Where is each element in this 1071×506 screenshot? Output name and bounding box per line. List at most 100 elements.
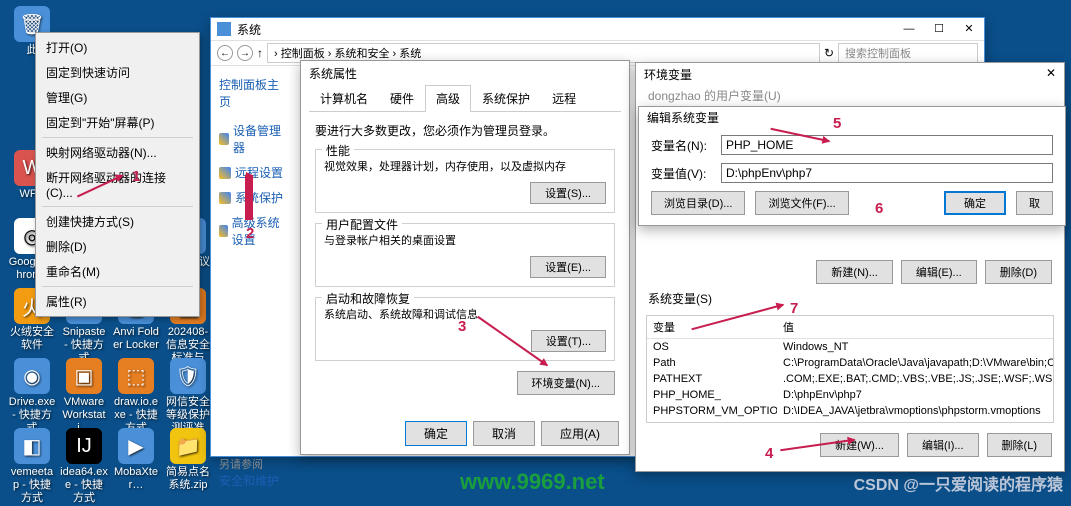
ctx-properties[interactable]: 属性(R) bbox=[38, 289, 197, 314]
table-row[interactable]: OSWindows_NT bbox=[647, 339, 1053, 355]
desktop-icon-idea[interactable]: IJidea64.exe - 快捷方式 bbox=[60, 428, 108, 506]
app-icon bbox=[217, 22, 231, 36]
tab-advanced[interactable]: 高级 bbox=[425, 85, 471, 112]
edit-sys-var-button[interactable]: 编辑(I)... bbox=[907, 433, 979, 457]
sidebar-remote-settings[interactable]: 远程设置 bbox=[219, 164, 283, 181]
ctx-manage[interactable]: 管理(G) bbox=[38, 85, 197, 110]
titlebar[interactable]: 系统 — ☐ ✕ bbox=[211, 18, 984, 40]
new-sys-var-button[interactable]: 新建(W)... bbox=[820, 433, 899, 457]
system-properties-dialog: 系统属性 计算机名 硬件 高级 系统保护 远程 要进行大多数更改，您必须作为管理… bbox=[300, 60, 630, 455]
table-row[interactable]: PHP_HOME_D:\phpEnv\php7 bbox=[647, 387, 1053, 403]
cancel-button[interactable]: 取消 bbox=[473, 421, 535, 446]
sidebar-home[interactable]: 控制面板主页 bbox=[219, 76, 283, 110]
up-button[interactable]: ↑ bbox=[257, 46, 263, 60]
dialog-title: 编辑系统变量 bbox=[639, 107, 1065, 127]
shield-icon bbox=[219, 167, 231, 179]
separator bbox=[42, 286, 193, 287]
sidebar-advanced-settings[interactable]: 高级系统设置 bbox=[219, 214, 283, 248]
desktop-icon-zip[interactable]: 📁简易点名系统.zip bbox=[164, 428, 212, 492]
profiles-label: 用户配置文件 bbox=[322, 216, 402, 233]
edit-user-var-button[interactable]: 编辑(E)... bbox=[901, 260, 977, 284]
ctx-pin-start[interactable]: 固定到"开始"屏幕(P) bbox=[38, 110, 197, 135]
sidebar: 控制面板主页 设备管理器 远程设置 系统保护 高级系统设置 另请参阅 安全和维护 bbox=[211, 66, 291, 456]
col-variable[interactable]: 变量 bbox=[647, 316, 777, 338]
apply-button[interactable]: 应用(A) bbox=[541, 421, 619, 446]
see-also-label: 另请参阅 bbox=[219, 456, 283, 472]
tab-computer-name[interactable]: 计算机名 bbox=[309, 85, 379, 111]
ok-button[interactable]: 确定 bbox=[944, 191, 1006, 215]
sidebar-system-protection[interactable]: 系统保护 bbox=[219, 189, 283, 206]
profiles-group: 用户配置文件 与登录帐户相关的桌面设置 设置(E)... bbox=[315, 223, 615, 287]
close-button[interactable]: ✕ bbox=[954, 18, 984, 40]
ctx-disconnect-drive[interactable]: 断开网络驱动器的连接(C)... bbox=[38, 165, 197, 204]
refresh-button[interactable]: ↻ bbox=[824, 46, 834, 60]
ctx-delete[interactable]: 删除(D) bbox=[38, 234, 197, 259]
desktop-icon-vmware[interactable]: ▣VMware Workstati… bbox=[60, 358, 108, 436]
browse-dir-button[interactable]: 浏览目录(D)... bbox=[651, 191, 745, 215]
env-vars-button[interactable]: 环境变量(N)... bbox=[517, 371, 615, 395]
sidebar-device-manager[interactable]: 设备管理器 bbox=[219, 122, 283, 156]
dialog-title: 环境变量 bbox=[644, 66, 692, 82]
minimize-button[interactable]: — bbox=[894, 18, 924, 40]
ctx-rename[interactable]: 重命名(M) bbox=[38, 259, 197, 284]
var-value-input[interactable] bbox=[721, 163, 1053, 183]
shield-icon bbox=[219, 133, 229, 145]
back-button[interactable]: ← bbox=[217, 45, 233, 61]
var-name-input[interactable] bbox=[721, 135, 1053, 155]
profiles-desc: 与登录帐户相关的桌面设置 bbox=[324, 232, 606, 248]
sidebar-security[interactable]: 安全和维护 bbox=[219, 472, 283, 489]
edit-var-dialog: 编辑系统变量 变量名(N): 变量值(V): 浏览目录(D)... 浏览文件(F… bbox=[638, 106, 1066, 226]
search-input[interactable]: 搜索控制面板 bbox=[838, 43, 978, 63]
dialog-title: 系统属性 bbox=[301, 61, 629, 85]
desktop-icon-drive[interactable]: ◉Drive.exe - 快捷方式 bbox=[8, 358, 56, 436]
performance-group: 性能 视觉效果，处理器计划，内存使用，以及虚拟内存 设置(S)... bbox=[315, 149, 615, 213]
desktop-icon-vemeet[interactable]: ◧vemeetap - 快捷方式 bbox=[8, 428, 56, 506]
performance-desc: 视觉效果，处理器计划，内存使用，以及虚拟内存 bbox=[324, 158, 606, 174]
table-row[interactable]: PROCESSOR_ARCHITECTUREAMD64 bbox=[647, 419, 1053, 423]
ok-button[interactable]: 确定 bbox=[405, 421, 467, 446]
delete-sys-var-button[interactable]: 删除(L) bbox=[987, 433, 1052, 457]
tabs: 计算机名 硬件 高级 系统保护 远程 bbox=[309, 85, 621, 112]
browse-file-button[interactable]: 浏览文件(F)... bbox=[755, 191, 848, 215]
separator bbox=[42, 137, 193, 138]
context-menu: 打开(O) 固定到快速访问 管理(G) 固定到"开始"屏幕(P) 映射网络驱动器… bbox=[35, 32, 200, 317]
new-user-var-button[interactable]: 新建(N)... bbox=[816, 260, 892, 284]
startup-settings-button[interactable]: 设置(T)... bbox=[531, 330, 606, 352]
var-value-label: 变量值(V): bbox=[651, 165, 721, 182]
desktop-icon-mobaxterm[interactable]: ▶MobaXter… bbox=[112, 428, 160, 492]
delete-user-var-button[interactable]: 删除(D) bbox=[985, 260, 1052, 284]
admin-warning: 要进行大多数更改，您必须作为管理员登录。 bbox=[315, 122, 615, 139]
cancel-button[interactable]: 取 bbox=[1016, 191, 1053, 215]
user-vars-label: dongzhao 的用户变量(U) bbox=[636, 85, 1064, 106]
tab-hardware[interactable]: 硬件 bbox=[379, 85, 425, 111]
list-header: 变量 值 bbox=[647, 316, 1053, 339]
system-vars-label: 系统变量(S) bbox=[636, 288, 1064, 309]
ctx-map-drive[interactable]: 映射网络驱动器(N)... bbox=[38, 140, 197, 165]
shield-icon bbox=[219, 192, 231, 204]
startup-desc: 系统启动、系统故障和调试信息 bbox=[324, 306, 606, 322]
var-name-label: 变量名(N): bbox=[651, 137, 721, 154]
window-title: 系统 bbox=[237, 21, 261, 38]
performance-settings-button[interactable]: 设置(S)... bbox=[530, 182, 606, 204]
table-row[interactable]: PHPSTORM_VM_OPTIONSD:\IDEA_JAVA\jetbra\v… bbox=[647, 403, 1053, 419]
separator bbox=[42, 206, 193, 207]
profiles-settings-button[interactable]: 设置(E)... bbox=[530, 256, 606, 278]
forward-button[interactable]: → bbox=[237, 45, 253, 61]
tab-remote[interactable]: 远程 bbox=[541, 85, 587, 111]
close-button[interactable]: ✕ bbox=[1046, 66, 1056, 82]
maximize-button[interactable]: ☐ bbox=[924, 18, 954, 40]
tab-system-protection[interactable]: 系统保护 bbox=[471, 85, 541, 111]
performance-label: 性能 bbox=[322, 142, 354, 159]
ctx-create-shortcut[interactable]: 创建快捷方式(S) bbox=[38, 209, 197, 234]
shield-icon bbox=[219, 225, 228, 237]
ctx-open[interactable]: 打开(O) bbox=[38, 35, 197, 60]
desktop-icon-doc2[interactable]: 🛡网信安全等级保护测评准 bbox=[164, 358, 212, 436]
col-value[interactable]: 值 bbox=[777, 316, 1053, 338]
startup-label: 启动和故障恢复 bbox=[322, 290, 414, 307]
table-row[interactable]: PATHEXT.COM;.EXE;.BAT;.CMD;.VBS;.VBE;.JS… bbox=[647, 371, 1053, 387]
desktop-icon-drawio[interactable]: ⬚draw.io.exe - 快捷方式 bbox=[112, 358, 160, 436]
ctx-pin-quickaccess[interactable]: 固定到快速访问 bbox=[38, 60, 197, 85]
system-vars-list[interactable]: 变量 值 OSWindows_NTPathC:\ProgramData\Orac… bbox=[646, 315, 1054, 423]
table-row[interactable]: PathC:\ProgramData\Oracle\Java\javapath;… bbox=[647, 355, 1053, 371]
startup-group: 启动和故障恢复 系统启动、系统故障和调试信息 设置(T)... bbox=[315, 297, 615, 361]
